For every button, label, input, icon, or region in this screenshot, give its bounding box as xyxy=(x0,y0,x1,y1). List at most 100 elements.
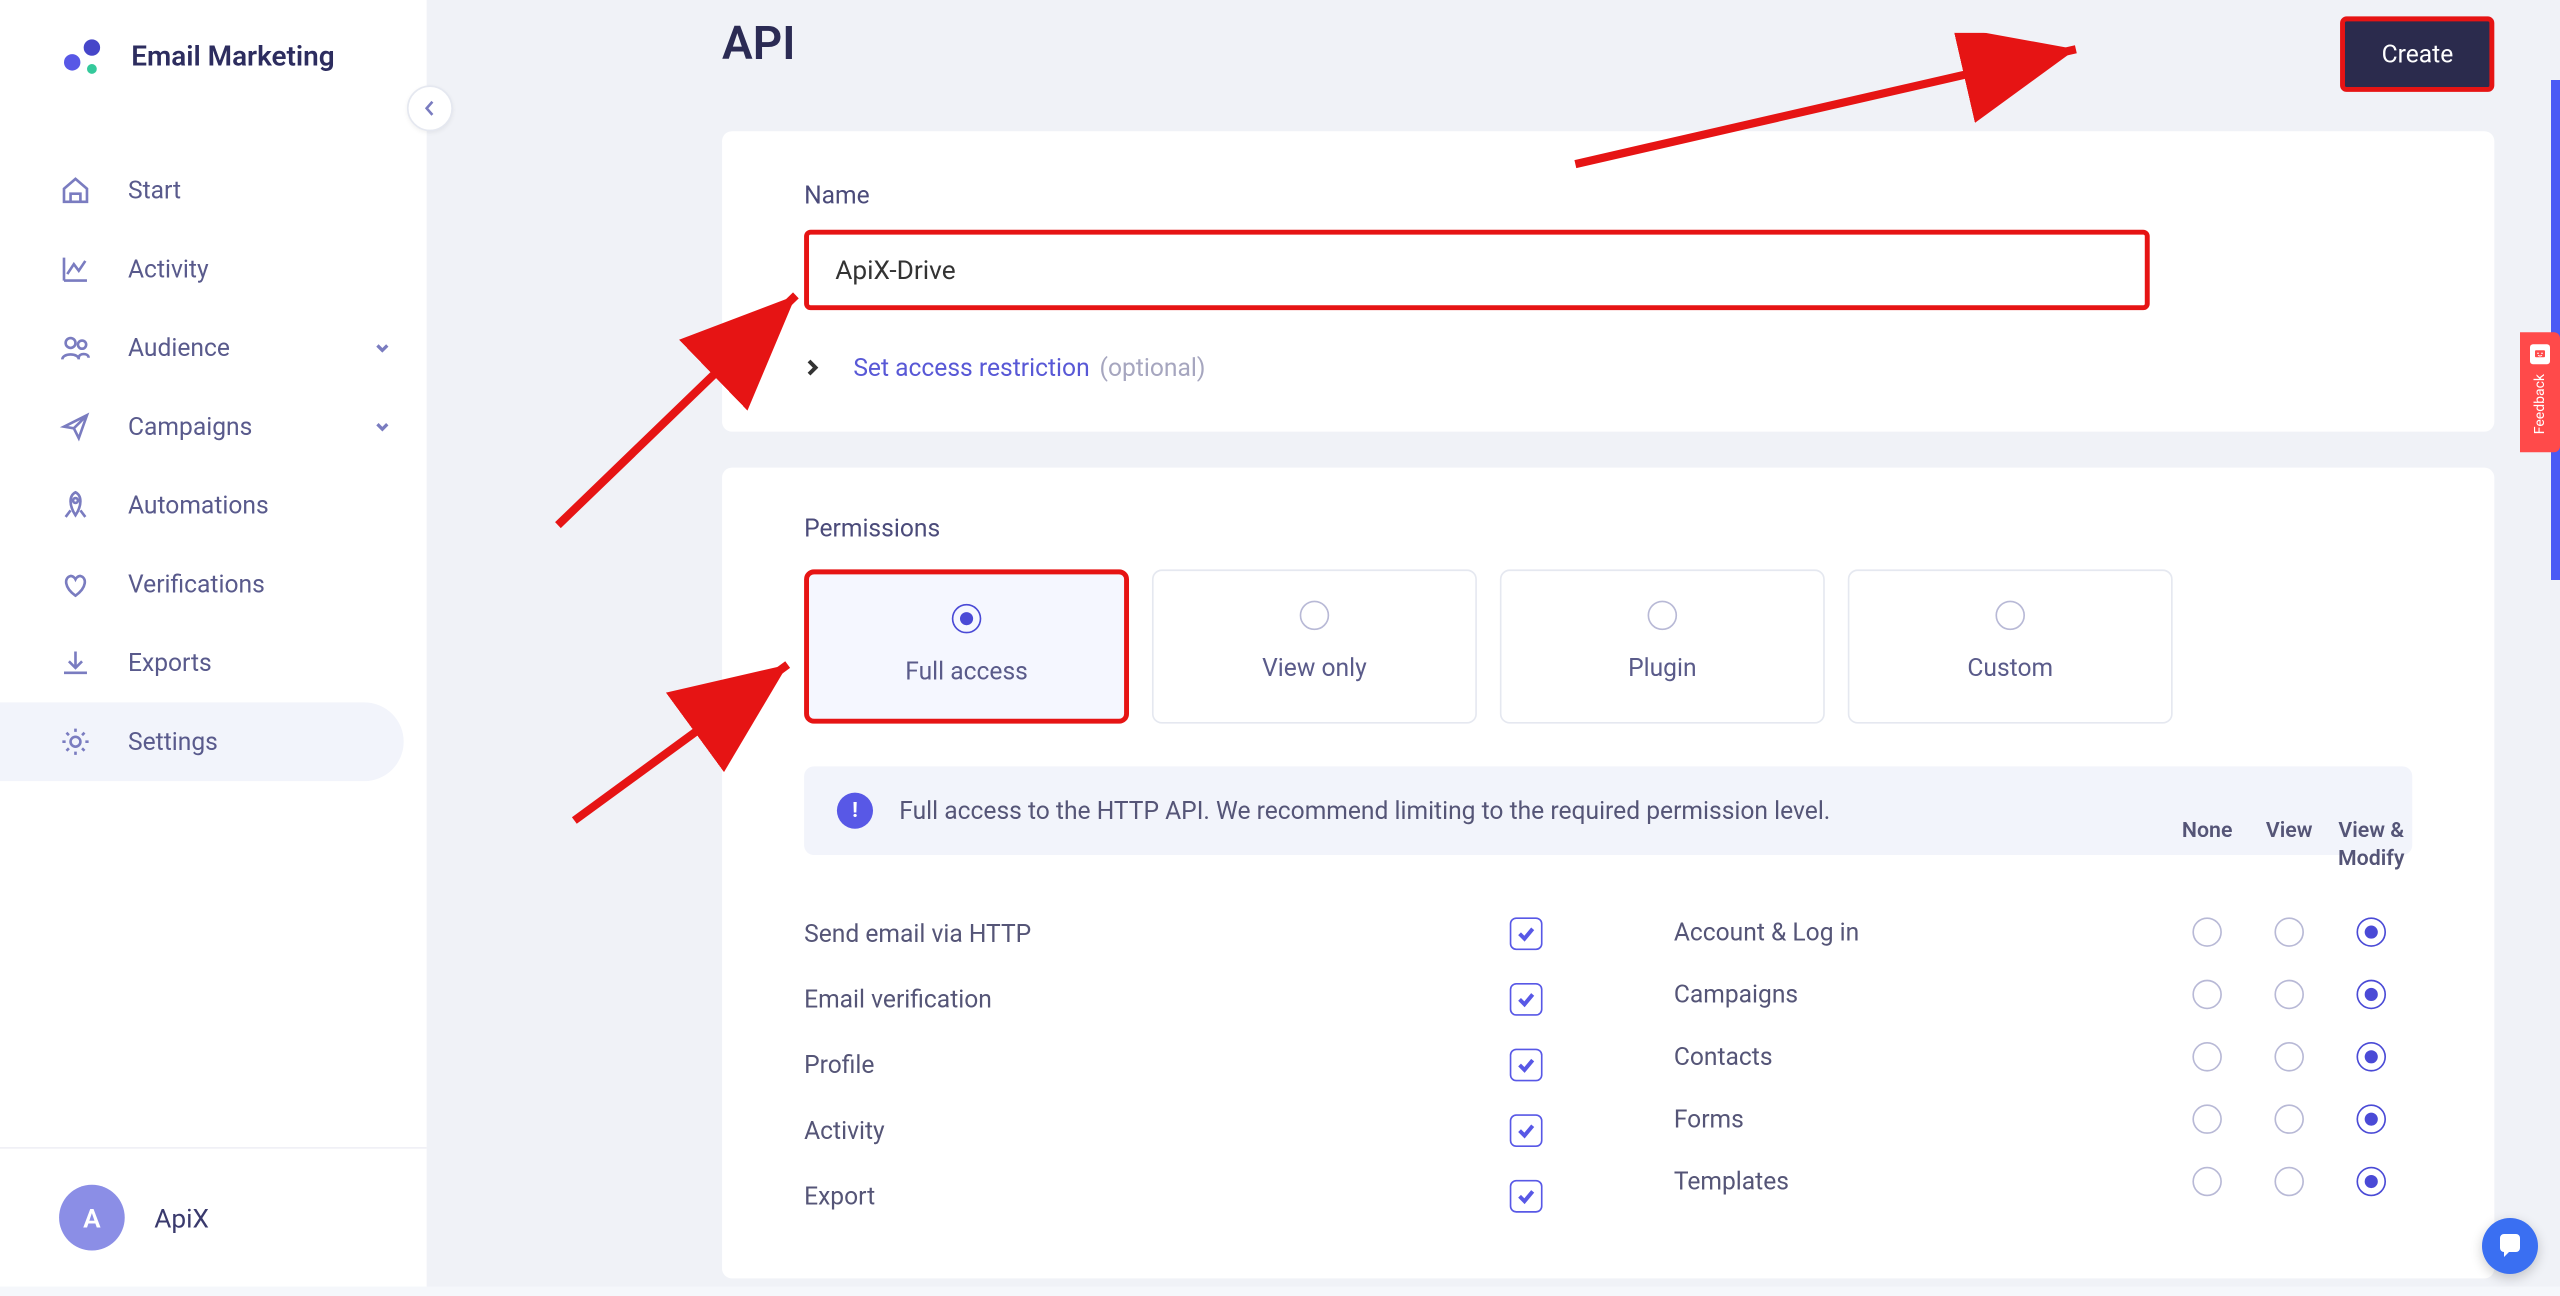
perm-option-full-access[interactable]: Full access xyxy=(804,569,1129,723)
radio[interactable] xyxy=(2274,1167,2304,1197)
perm-name: Templates xyxy=(1674,1167,2166,1197)
name-label: Name xyxy=(804,181,2412,211)
perm-name: Forms xyxy=(1674,1104,2166,1134)
feedback-tab[interactable]: Feedback xyxy=(2520,332,2560,452)
sidebar-item-label: Activity xyxy=(128,254,209,284)
radio[interactable] xyxy=(2192,1104,2222,1134)
sidebar-item-label: Audience xyxy=(128,333,230,363)
sidebar-item-label: Settings xyxy=(128,727,218,757)
perm-row: Campaigns xyxy=(1674,963,2412,1025)
radio-icon xyxy=(1648,601,1678,631)
account-name: ApiX xyxy=(154,1202,209,1233)
radio[interactable] xyxy=(2274,917,2304,947)
perm-row: Send email via HTTP xyxy=(804,901,1542,967)
avatar: A xyxy=(59,1185,125,1251)
radio[interactable] xyxy=(2192,980,2222,1010)
radio[interactable] xyxy=(2356,1104,2386,1134)
radio[interactable] xyxy=(2274,980,2304,1010)
checkbox[interactable] xyxy=(1510,917,1543,950)
perm-option-view-only[interactable]: View only xyxy=(1152,569,1477,723)
send-icon xyxy=(59,410,92,443)
radio[interactable] xyxy=(2192,1167,2222,1197)
perm-row: Contacts xyxy=(1674,1026,2412,1088)
perm-header: View xyxy=(2248,819,2330,874)
gear-icon xyxy=(59,725,92,758)
perm-header: View & Modify xyxy=(2330,819,2412,874)
checkbox[interactable] xyxy=(1510,1114,1543,1147)
feedback-label: Feedback xyxy=(2532,374,2548,434)
sidebar-nav: Start Activity Audience Campaigns Automation… xyxy=(0,151,427,781)
brand-row: Email Marketing xyxy=(0,0,427,102)
download-icon xyxy=(59,647,92,680)
radio-icon xyxy=(1995,601,2025,631)
sidebar-item-label: Automations xyxy=(128,491,269,521)
chevron-down-icon xyxy=(374,412,390,442)
perm-row: Export xyxy=(804,1163,1542,1229)
perm-row: Email verification xyxy=(804,967,1542,1033)
access-restriction-link[interactable]: Set access restriction xyxy=(853,353,1089,383)
sidebar-item-exports[interactable]: Exports xyxy=(0,624,427,703)
create-button[interactable]: Create xyxy=(2341,16,2495,91)
permissions-label: Permissions xyxy=(804,514,2412,544)
users-icon xyxy=(59,331,92,364)
perm-option-plugin[interactable]: Plugin xyxy=(1500,569,1825,723)
sidebar: Email Marketing Start Activity Audience Cam… xyxy=(0,0,427,1287)
perm-option-label: Full access xyxy=(825,656,1107,686)
sidebar-item-label: Campaigns xyxy=(128,412,252,442)
perm-name: Export xyxy=(804,1182,1510,1212)
sidebar-item-audience[interactable]: Audience xyxy=(0,309,427,388)
radio[interactable] xyxy=(2192,917,2222,947)
sidebar-item-start[interactable]: Start xyxy=(0,151,427,230)
perm-name: Activity xyxy=(804,1116,1510,1146)
perm-name: Profile xyxy=(804,1050,1510,1080)
radio[interactable] xyxy=(2356,1167,2386,1197)
radio[interactable] xyxy=(2356,980,2386,1010)
perm-row: Activity xyxy=(804,1098,1542,1164)
perm-option-label: Custom xyxy=(1866,653,2155,683)
radio[interactable] xyxy=(2274,1042,2304,1072)
optional-label: (optional) xyxy=(1100,353,1206,383)
main-content: API Create Name Set access restriction (… xyxy=(427,0,2560,1287)
name-input[interactable] xyxy=(804,230,2150,310)
perm-option-custom[interactable]: Custom xyxy=(1848,569,2173,723)
collapse-sidebar-button[interactable] xyxy=(407,85,453,131)
account-row[interactable]: A ApiX xyxy=(0,1147,427,1286)
perm-name: Account & Log in xyxy=(1674,917,2166,947)
sidebar-item-automations[interactable]: Automations xyxy=(0,466,427,545)
sidebar-item-label: Exports xyxy=(128,648,212,678)
perm-row: Profile xyxy=(804,1032,1542,1098)
checkbox[interactable] xyxy=(1510,983,1543,1016)
sidebar-item-campaigns[interactable]: Campaigns xyxy=(0,387,427,466)
perm-name: Contacts xyxy=(1674,1042,2166,1072)
radio[interactable] xyxy=(2274,1104,2304,1134)
name-card: Name Set access restriction (optional) xyxy=(722,131,2494,431)
access-restriction-row[interactable]: Set access restriction (optional) xyxy=(804,353,2412,383)
chat-button[interactable] xyxy=(2482,1218,2538,1274)
radio-icon xyxy=(1300,601,1330,631)
home-icon xyxy=(59,174,92,207)
page-title: API xyxy=(722,16,795,70)
scroll-indicator xyxy=(2551,80,2560,580)
logo-icon xyxy=(59,33,108,82)
sidebar-item-label: Start xyxy=(128,176,181,206)
perm-name: Campaigns xyxy=(1674,980,2166,1010)
brand-label: Email Marketing xyxy=(131,41,334,74)
perm-header: None xyxy=(2166,819,2248,874)
perm-row: Templates xyxy=(1674,1150,2412,1212)
checkbox[interactable] xyxy=(1510,1049,1543,1082)
radio[interactable] xyxy=(2356,917,2386,947)
radio[interactable] xyxy=(2192,1042,2222,1072)
chevron-right-icon xyxy=(804,353,820,383)
perm-option-label: View only xyxy=(1170,653,1459,683)
checkbox[interactable] xyxy=(1510,1180,1543,1213)
perm-name: Email verification xyxy=(804,985,1510,1015)
perm-option-label: Plugin xyxy=(1518,653,1807,683)
sidebar-item-label: Verifications xyxy=(128,569,265,599)
sidebar-item-settings[interactable]: Settings xyxy=(0,702,404,781)
sidebar-item-activity[interactable]: Activity xyxy=(0,230,427,309)
permissions-card: Permissions Full access View only Plugin Cu… xyxy=(722,468,2494,1279)
radio-icon xyxy=(952,604,982,634)
radio[interactable] xyxy=(2356,1042,2386,1072)
sidebar-item-verifications[interactable]: Verifications xyxy=(0,545,427,624)
rocket-icon xyxy=(59,489,92,522)
